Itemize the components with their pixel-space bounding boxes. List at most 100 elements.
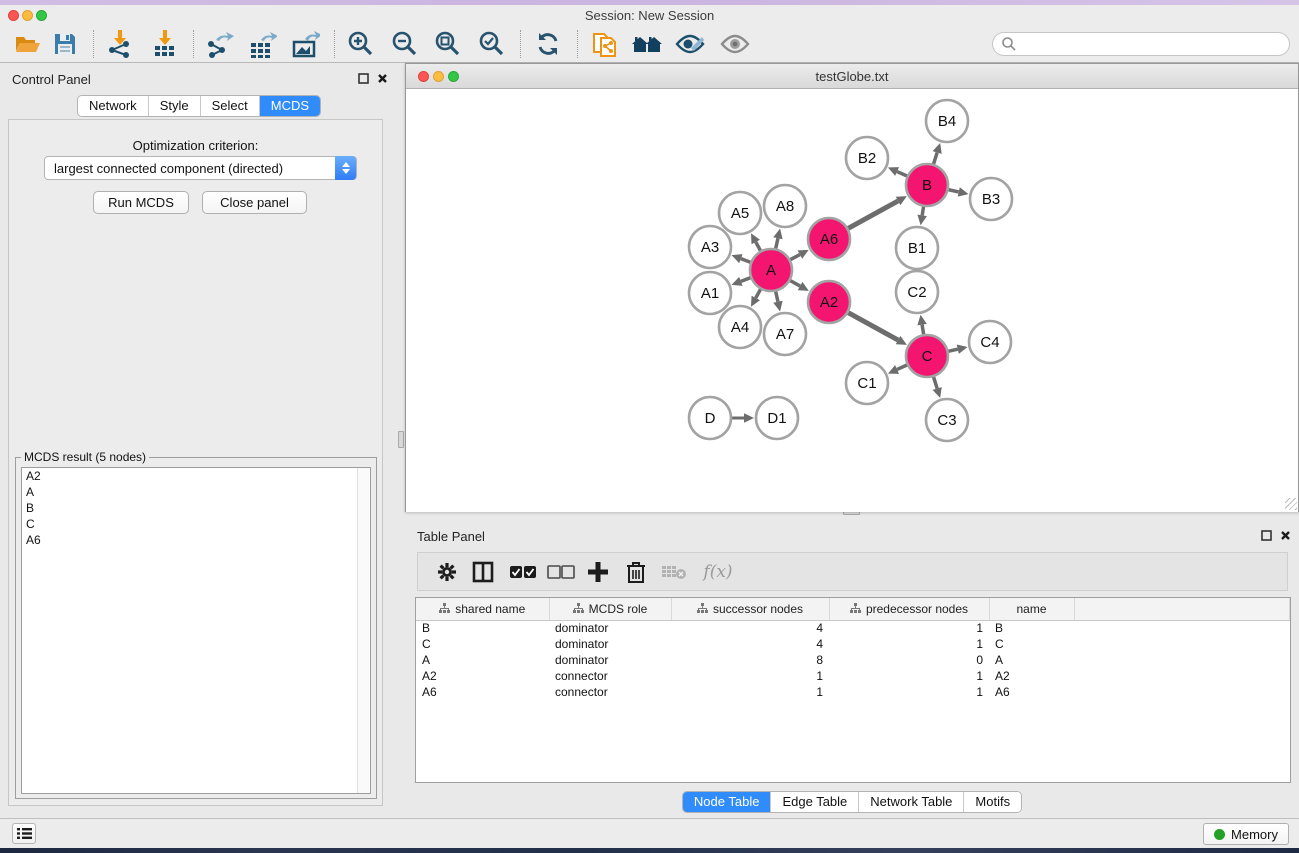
zoom-selected-icon[interactable] bbox=[475, 29, 509, 59]
vertical-splitter-handle[interactable] bbox=[398, 431, 404, 448]
network-graph[interactable]: B4B2BB3B1A5A8A6A3AA1A2C2A4A7C4CC1C3DD1 bbox=[406, 89, 1298, 512]
table-cell[interactable]: 1 bbox=[671, 668, 829, 684]
graph-edge-B-B3[interactable] bbox=[948, 189, 959, 191]
table-cell[interactable]: 0 bbox=[829, 652, 989, 668]
save-session-icon[interactable] bbox=[48, 29, 82, 59]
select-stepper-icon[interactable] bbox=[335, 156, 356, 180]
table-cell[interactable]: dominator bbox=[549, 636, 671, 652]
table-cell[interactable]: 4 bbox=[671, 620, 829, 636]
function-builder-icon[interactable]: f(x) bbox=[696, 558, 740, 586]
table-cell[interactable]: C bbox=[989, 636, 1074, 652]
add-column-icon[interactable] bbox=[583, 558, 613, 586]
tab-node-table[interactable]: Node Table bbox=[683, 792, 772, 812]
table-cell[interactable]: dominator bbox=[549, 652, 671, 668]
unselect-all-columns-icon[interactable] bbox=[546, 558, 576, 586]
table-cell[interactable]: A6 bbox=[989, 684, 1074, 700]
table-cell[interactable]: A bbox=[989, 652, 1074, 668]
window-resize-grip[interactable] bbox=[1285, 498, 1297, 510]
column-header-shared-name[interactable]: shared name bbox=[416, 598, 549, 620]
float-panel-icon[interactable] bbox=[357, 72, 370, 85]
home-icon[interactable] bbox=[630, 29, 664, 59]
table-cell[interactable]: connector bbox=[549, 684, 671, 700]
memory-button[interactable]: Memory bbox=[1203, 823, 1289, 845]
graph-edge-A6-B[interactable] bbox=[847, 201, 898, 229]
network-view-window[interactable]: testGlobe.txt B4B2BB3B1A5A8A6A3AA1A2C2A4… bbox=[405, 63, 1299, 512]
graph-edge-A-A4[interactable] bbox=[756, 288, 761, 298]
zoom-fit-icon[interactable] bbox=[431, 29, 465, 59]
tab-network[interactable]: Network bbox=[78, 96, 149, 116]
tab-motifs[interactable]: Motifs bbox=[964, 792, 1021, 812]
graph-edge-A-A7[interactable] bbox=[775, 291, 777, 302]
select-all-columns-icon[interactable] bbox=[508, 558, 538, 586]
close-panel-icon[interactable] bbox=[1279, 529, 1292, 542]
table-row[interactable]: Cdominator41C bbox=[416, 636, 1290, 652]
tab-edge-table[interactable]: Edge Table bbox=[771, 792, 859, 812]
table-row[interactable]: A6connector11A6 bbox=[416, 684, 1290, 700]
show-columns-icon[interactable] bbox=[468, 558, 498, 586]
delete-columns-icon[interactable] bbox=[621, 558, 651, 586]
graph-edge-A-A3[interactable] bbox=[741, 259, 751, 263]
table-cell[interactable]: A2 bbox=[416, 668, 549, 684]
table-cell[interactable]: dominator bbox=[549, 620, 671, 636]
table-cell[interactable]: 1 bbox=[829, 620, 989, 636]
table-cell[interactable]: 1 bbox=[829, 668, 989, 684]
zoom-out-icon[interactable] bbox=[388, 29, 422, 59]
import-network-icon[interactable] bbox=[103, 29, 137, 59]
graph-edge-B-B4[interactable] bbox=[933, 152, 937, 164]
open-session-icon[interactable] bbox=[11, 29, 45, 59]
table-row[interactable]: Adominator80A bbox=[416, 652, 1290, 668]
column-header-successor-nodes[interactable]: successor nodes bbox=[671, 598, 829, 620]
table-cell[interactable]: 1 bbox=[671, 684, 829, 700]
graph-edge-B-B2[interactable] bbox=[897, 172, 908, 177]
table-cell[interactable]: 1 bbox=[829, 636, 989, 652]
table-cell[interactable]: A bbox=[416, 652, 549, 668]
mcds-result-item[interactable]: C bbox=[22, 516, 370, 532]
graph-edge-A2-C[interactable] bbox=[847, 312, 898, 340]
table-cell[interactable]: B bbox=[416, 620, 549, 636]
column-header-MCDS-role[interactable]: MCDS role bbox=[549, 598, 671, 620]
criterion-select[interactable]: largest connected component (directed) bbox=[44, 156, 357, 180]
column-header-predecessor-nodes[interactable]: predecessor nodes bbox=[829, 598, 989, 620]
graph-edge-C-C1[interactable] bbox=[897, 365, 908, 370]
search-field[interactable] bbox=[992, 32, 1290, 56]
table-cell[interactable]: A6 bbox=[416, 684, 549, 700]
delete-table-icon[interactable] bbox=[659, 558, 689, 586]
table-cell[interactable]: 8 bbox=[671, 652, 829, 668]
tab-style[interactable]: Style bbox=[149, 96, 201, 116]
zoom-in-icon[interactable] bbox=[344, 29, 378, 59]
import-table-icon[interactable] bbox=[148, 29, 182, 59]
refresh-icon[interactable] bbox=[531, 29, 565, 59]
search-input[interactable] bbox=[1017, 37, 1289, 52]
graph-edge-A-A6[interactable] bbox=[790, 255, 800, 261]
close-panel-button[interactable]: Close panel bbox=[202, 191, 307, 214]
graph-edge-B-B1[interactable] bbox=[922, 206, 924, 216]
table-cell[interactable]: B bbox=[989, 620, 1074, 636]
column-header-name[interactable]: name bbox=[989, 598, 1074, 620]
task-history-button[interactable] bbox=[12, 823, 36, 844]
table-cell[interactable]: connector bbox=[549, 668, 671, 684]
table-cell[interactable]: A2 bbox=[989, 668, 1074, 684]
node-table[interactable]: shared nameMCDS rolesuccessor nodesprede… bbox=[415, 597, 1291, 783]
close-panel-icon[interactable] bbox=[376, 72, 389, 85]
show-graphics-details-icon[interactable] bbox=[673, 29, 707, 59]
mcds-result-item[interactable]: A bbox=[22, 484, 370, 500]
float-panel-icon[interactable] bbox=[1260, 529, 1273, 542]
network-canvas[interactable]: B4B2BB3B1A5A8A6A3AA1A2C2A4A7C4CC1C3DD1 bbox=[406, 89, 1298, 512]
mcds-result-item[interactable]: A6 bbox=[22, 532, 370, 548]
mcds-result-scrollbar[interactable] bbox=[357, 468, 370, 793]
mcds-result-item[interactable]: B bbox=[22, 500, 370, 516]
graph-edge-A-A5[interactable] bbox=[756, 242, 761, 252]
export-image-icon[interactable] bbox=[289, 29, 323, 59]
export-network-icon[interactable] bbox=[203, 29, 237, 59]
table-cell[interactable]: 1 bbox=[829, 684, 989, 700]
tab-network-table[interactable]: Network Table bbox=[859, 792, 964, 812]
graph-edge-A-A1[interactable] bbox=[741, 277, 751, 281]
duplicate-network-icon[interactable] bbox=[588, 29, 622, 59]
mcds-result-item[interactable]: A2 bbox=[22, 468, 370, 484]
graph-edge-C-C3[interactable] bbox=[933, 376, 937, 388]
run-mcds-button[interactable]: Run MCDS bbox=[93, 191, 189, 214]
table-row[interactable]: A2connector11A2 bbox=[416, 668, 1290, 684]
table-row[interactable]: Bdominator41B bbox=[416, 620, 1290, 636]
table-cell[interactable]: C bbox=[416, 636, 549, 652]
tab-mcds[interactable]: MCDS bbox=[260, 96, 320, 116]
